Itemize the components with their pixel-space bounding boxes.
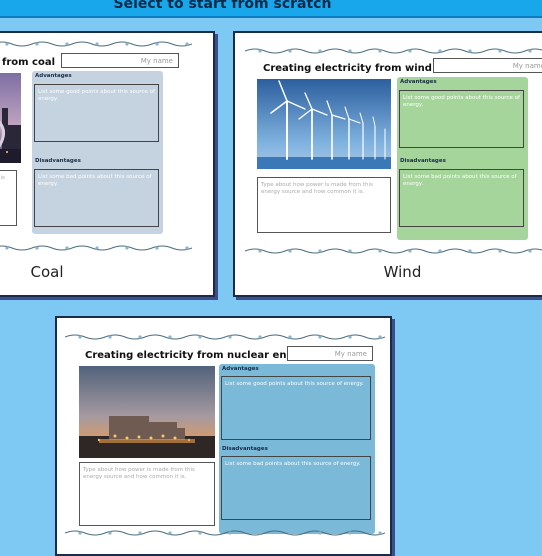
page-header-banner: Select to start from scratch	[0, 0, 542, 18]
type-about-box: Type about how power is made from this e…	[257, 177, 391, 233]
template-card-coal[interactable]: Creating electricity from coal My name	[0, 31, 215, 297]
pros-cons-panel: Advantages List some good points about t…	[219, 364, 375, 534]
disadvantages-box: List some bad points about this source o…	[34, 169, 159, 227]
disadvantages-heading: Disadvantages	[35, 158, 81, 164]
disadvantages-box: List some bad points about this source o…	[399, 169, 524, 227]
template-card-nuclear[interactable]: Creating electricity from nuclear energy…	[55, 316, 392, 556]
template-card-wind[interactable]: Creating electricity from wind My name T…	[233, 31, 542, 297]
worksheet-preview: Creating electricity from wind My name T…	[245, 41, 542, 261]
advantages-heading: Advantages	[400, 79, 437, 85]
nuclear-plant-photo	[79, 366, 215, 458]
card-label: Wind	[383, 263, 422, 281]
disadvantages-heading: Disadvantages	[222, 446, 268, 452]
advantages-box: List some good points about this source …	[221, 376, 371, 440]
worksheet-preview: Creating electricity from nuclear energy…	[65, 328, 385, 554]
garland-decoration	[65, 334, 385, 340]
card-label: Coal	[30, 263, 64, 281]
name-field: My name	[61, 53, 179, 68]
garland-decoration	[245, 248, 542, 254]
type-about-box: Type about how power is made from this e…	[79, 462, 215, 526]
garland-decoration	[0, 245, 192, 251]
garland-decoration	[245, 48, 542, 54]
wind-turbines-photo	[257, 79, 391, 169]
advantages-box: List some good points about this source …	[34, 84, 159, 142]
name-field: My name	[287, 346, 373, 361]
page-title: Select to start from scratch	[113, 0, 332, 12]
coal-plant-photo	[0, 73, 21, 163]
disadvantages-box: List some bad points about this source o…	[221, 456, 371, 520]
pros-cons-panel: Advantages List some good points about t…	[397, 77, 528, 240]
name-field: My name	[433, 58, 542, 73]
advantages-heading: Advantages	[35, 73, 72, 79]
worksheet-preview: Creating electricity from coal My name	[0, 33, 213, 259]
worksheet-title: Creating electricity from coal	[0, 57, 55, 68]
garland-decoration	[65, 530, 385, 536]
disadvantages-heading: Disadvantages	[400, 158, 446, 164]
advantages-box: List some good points about this source …	[399, 90, 524, 148]
garland-decoration	[0, 41, 192, 47]
type-about-box: Type about how power is made from this e…	[0, 170, 17, 226]
worksheet-title: Creating electricity from wind	[263, 63, 432, 74]
advantages-heading: Advantages	[222, 366, 259, 372]
pros-cons-panel: Advantages List some good points about t…	[32, 71, 163, 234]
worksheet-title: Creating electricity from nuclear energy	[85, 350, 312, 361]
